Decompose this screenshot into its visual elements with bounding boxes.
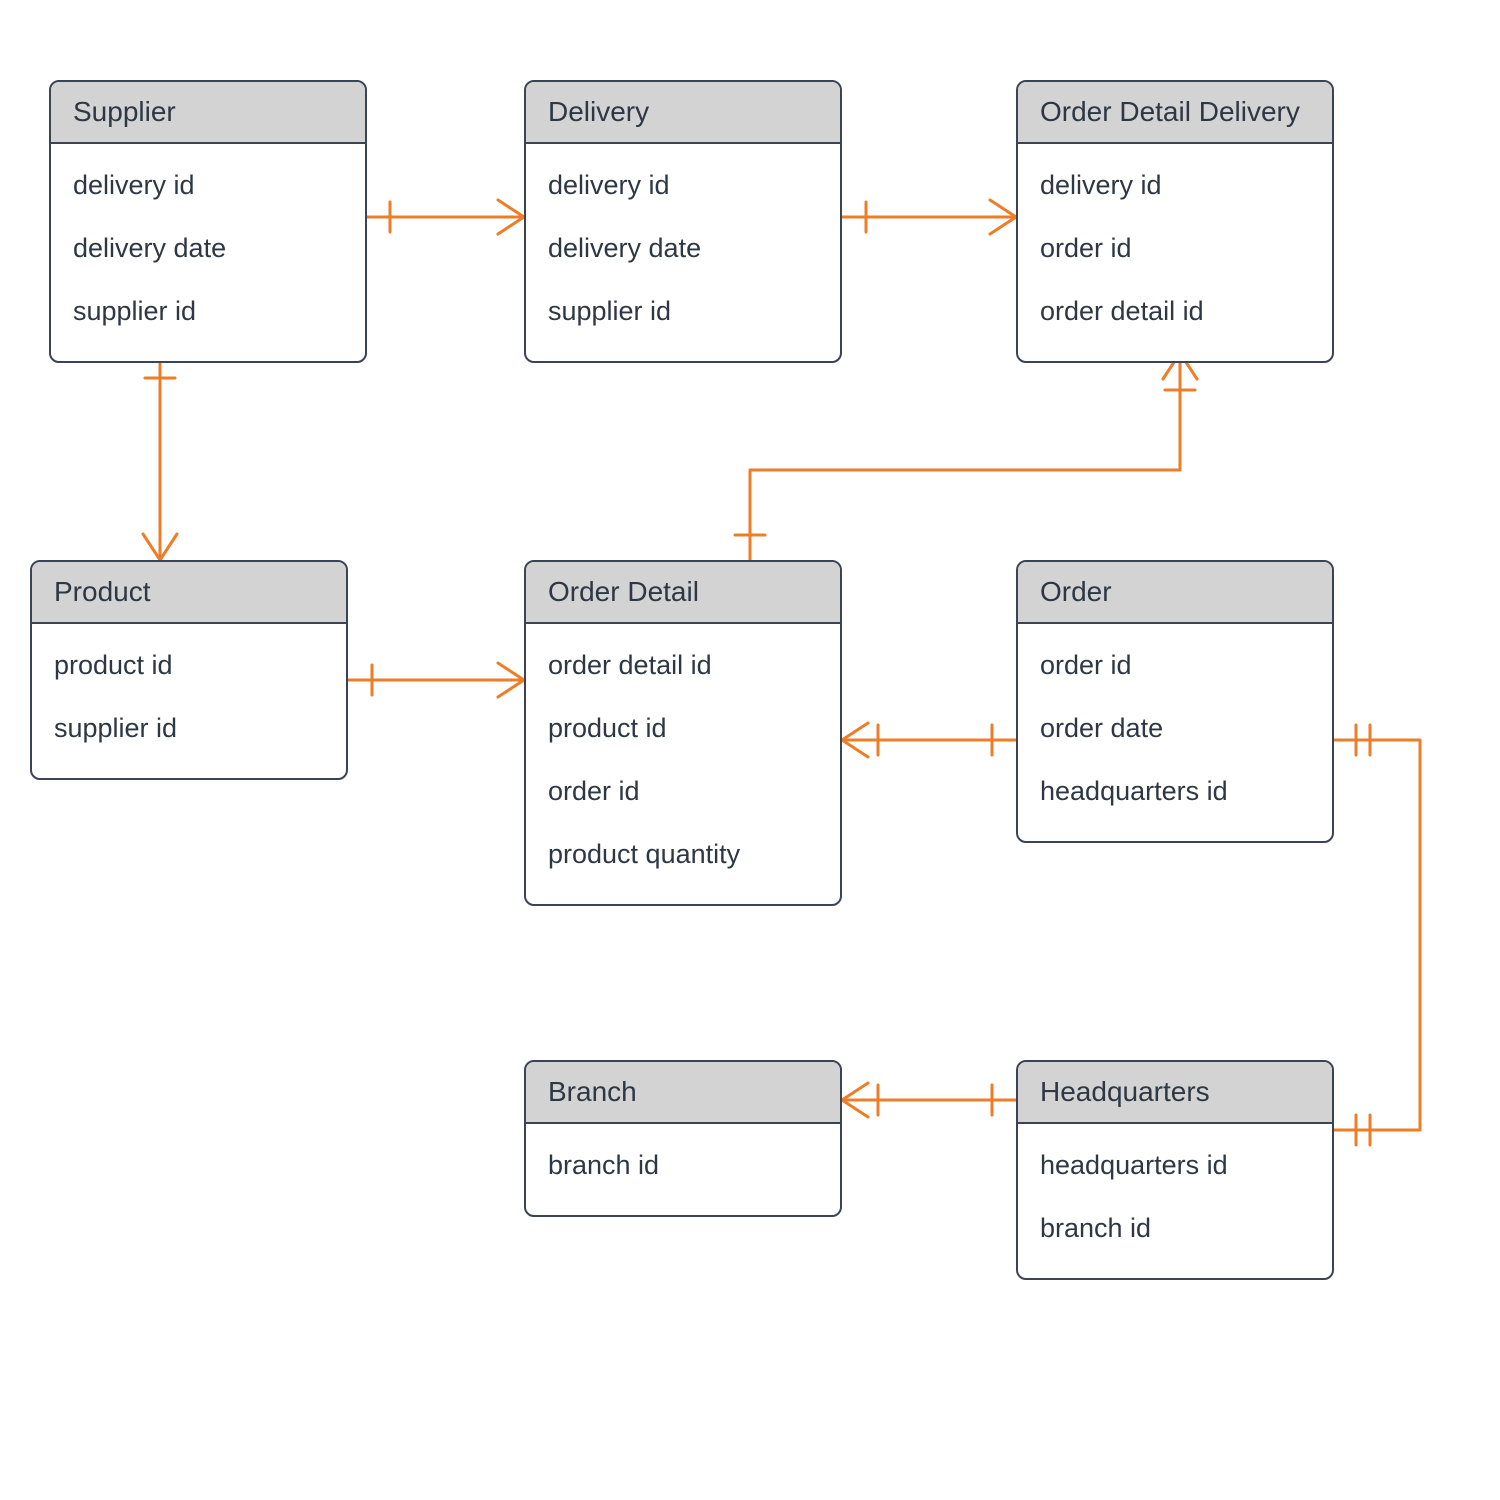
attr: delivery id — [548, 154, 818, 217]
entity-title: Headquarters — [1018, 1062, 1332, 1124]
entity-attrs: branch id — [526, 1124, 840, 1215]
entity-attrs: headquarters id branch id — [1018, 1124, 1332, 1278]
rel-product-orderdetail — [348, 663, 524, 697]
attr: delivery date — [73, 217, 343, 280]
attr: delivery date — [548, 217, 818, 280]
attr: headquarters id — [1040, 760, 1310, 823]
entity-title: Order — [1018, 562, 1332, 624]
attr: order id — [1040, 217, 1310, 280]
attr: order id — [548, 760, 818, 823]
entity-title: Product — [32, 562, 346, 624]
entity-order[interactable]: Order order id order date headquarters i… — [1016, 560, 1334, 843]
attr: branch id — [1040, 1197, 1310, 1260]
attr: headquarters id — [1040, 1134, 1310, 1197]
rel-order-headquarters — [1334, 725, 1420, 1145]
attr: product id — [548, 697, 818, 760]
rel-supplier-product — [143, 353, 177, 560]
attr: supplier id — [73, 280, 343, 343]
rel-supplier-delivery — [367, 200, 524, 234]
attr: order detail id — [1040, 280, 1310, 343]
rel-orderdetail-order — [842, 723, 1016, 757]
attr: supplier id — [548, 280, 818, 343]
entity-attrs: delivery id delivery date supplier id — [526, 144, 840, 361]
attr: product quantity — [548, 823, 818, 886]
entity-headquarters[interactable]: Headquarters headquarters id branch id — [1016, 1060, 1334, 1280]
er-diagram-canvas: { "entities": { "supplier": { "title": "… — [0, 0, 1500, 1500]
entity-title: Order Detail — [526, 562, 840, 624]
entity-order-detail[interactable]: Order Detail order detail id product id … — [524, 560, 842, 906]
rel-orderdetail-odd — [735, 353, 1197, 560]
entity-attrs: delivery id order id order detail id — [1018, 144, 1332, 361]
rel-branch-headquarters — [842, 1083, 1016, 1117]
attr: product id — [54, 634, 324, 697]
entity-title: Order Detail Delivery — [1018, 82, 1332, 144]
entity-branch[interactable]: Branch branch id — [524, 1060, 842, 1217]
entity-attrs: order id order date headquarters id — [1018, 624, 1332, 841]
entity-product[interactable]: Product product id supplier id — [30, 560, 348, 780]
entity-delivery[interactable]: Delivery delivery id delivery date suppl… — [524, 80, 842, 363]
attr: delivery id — [73, 154, 343, 217]
entity-title: Delivery — [526, 82, 840, 144]
attr: order date — [1040, 697, 1310, 760]
attr: order id — [1040, 634, 1310, 697]
entity-title: Supplier — [51, 82, 365, 144]
entity-attrs: order detail id product id order id prod… — [526, 624, 840, 904]
entity-order-detail-delivery[interactable]: Order Detail Delivery delivery id order … — [1016, 80, 1334, 363]
entity-supplier[interactable]: Supplier delivery id delivery date suppl… — [49, 80, 367, 363]
attr: supplier id — [54, 697, 324, 760]
entity-attrs: product id supplier id — [32, 624, 346, 778]
attr: delivery id — [1040, 154, 1310, 217]
entity-attrs: delivery id delivery date supplier id — [51, 144, 365, 361]
attr: branch id — [548, 1134, 818, 1197]
rel-delivery-odd — [842, 200, 1016, 234]
entity-title: Branch — [526, 1062, 840, 1124]
attr: order detail id — [548, 634, 818, 697]
